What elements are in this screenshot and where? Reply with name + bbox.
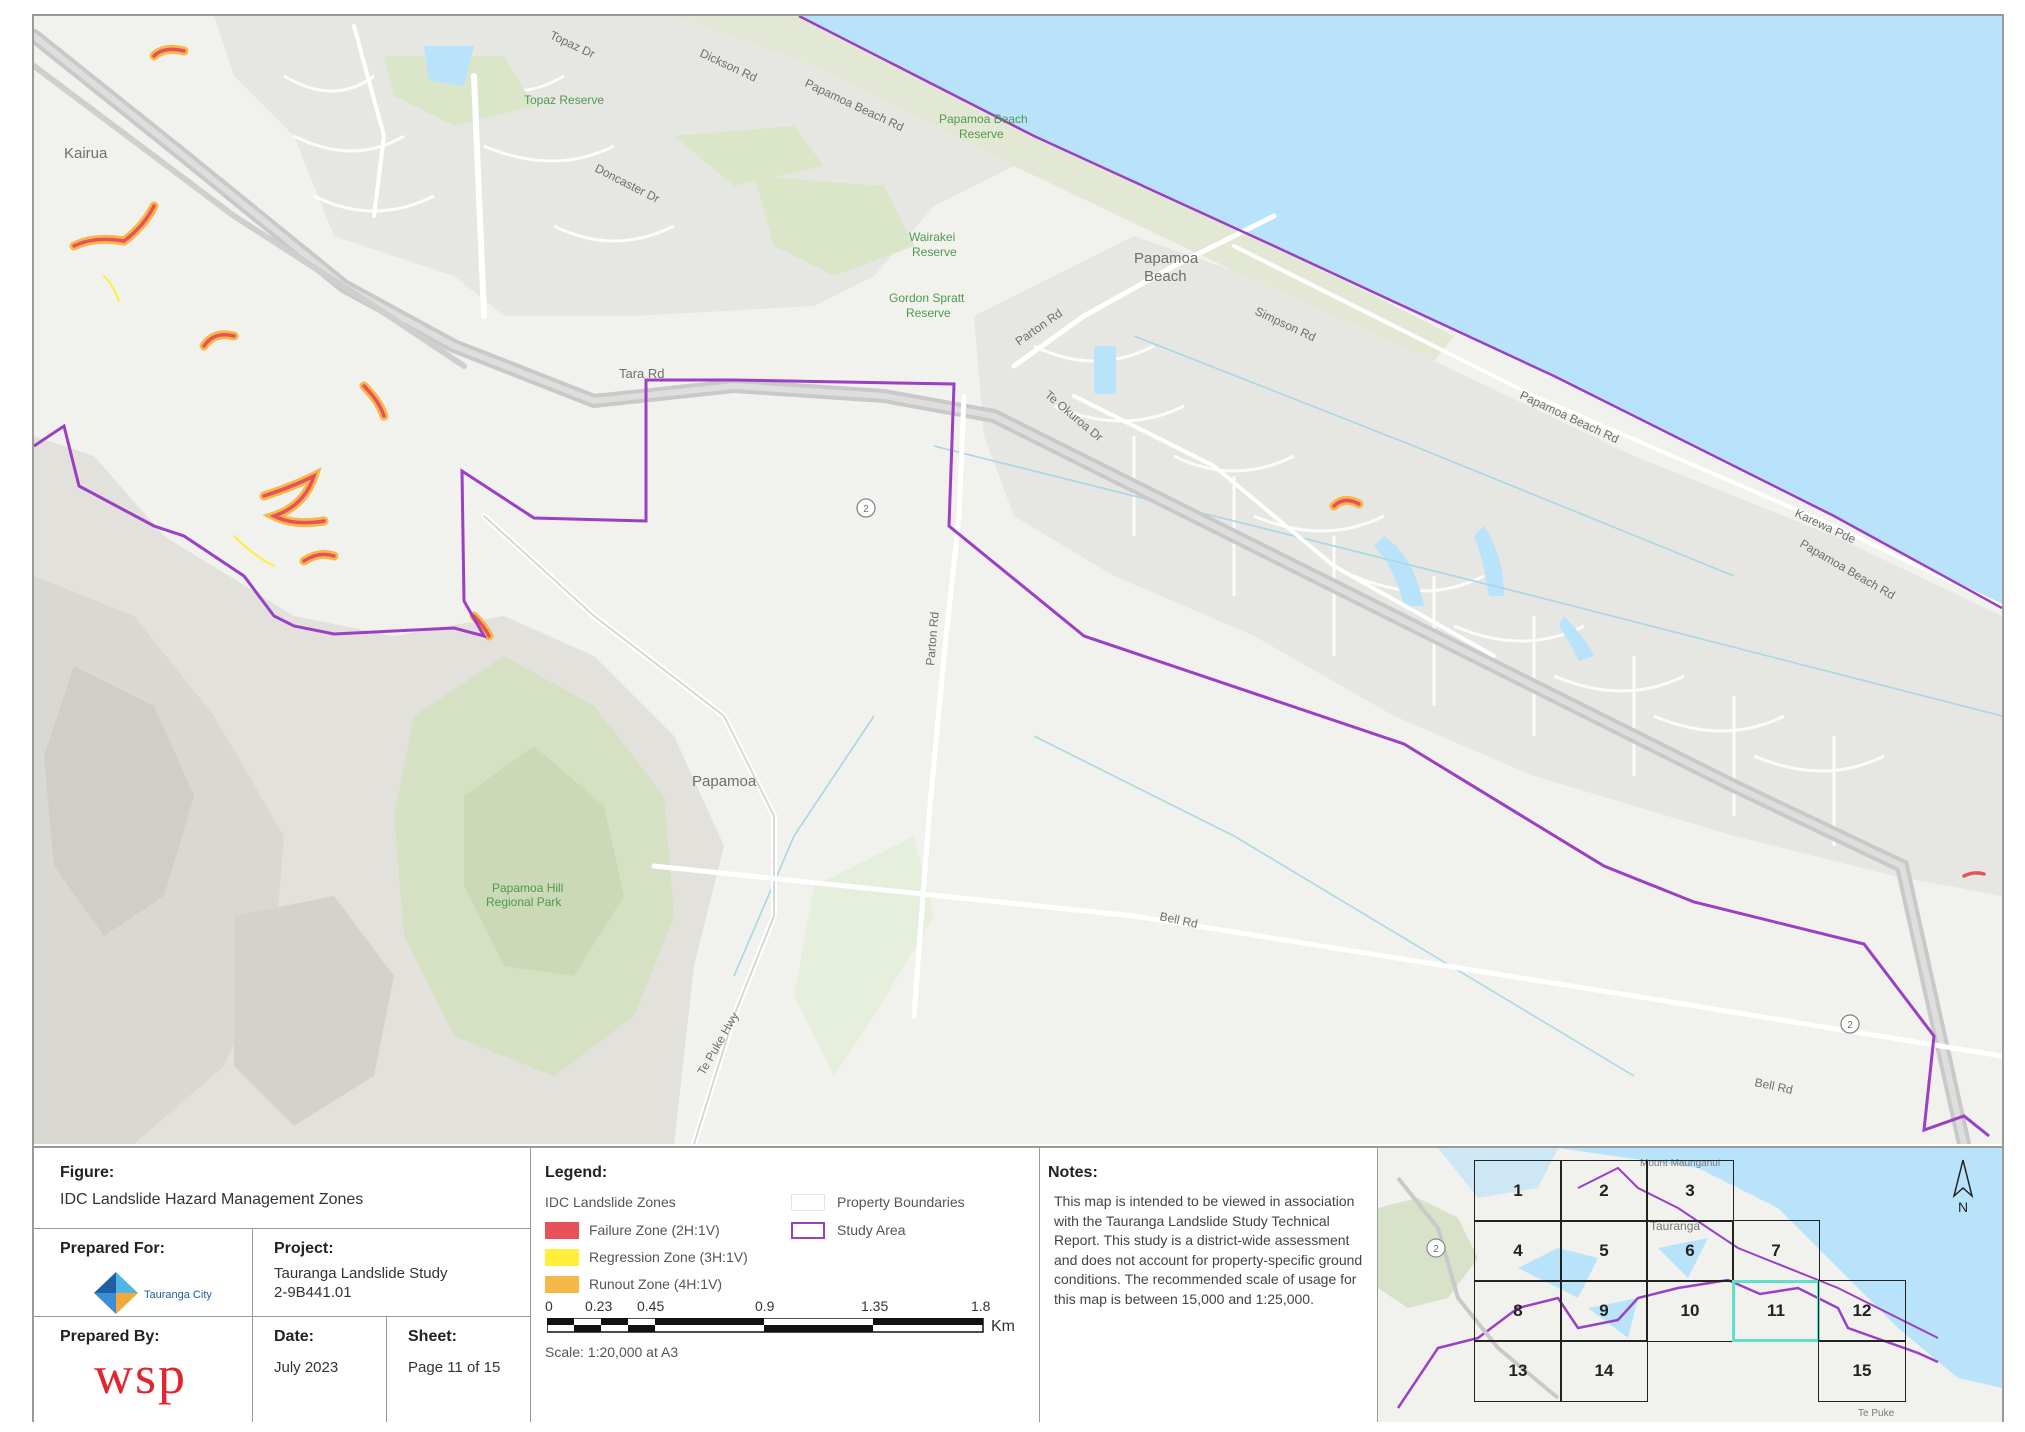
scale-bar: 0 0.23 0.45 0.9 1.35 1.8 Km Scale: 1:20,… <box>545 1298 1025 1360</box>
label-topaz-reserve: Topaz Reserve <box>524 93 604 107</box>
date-label: Date: <box>274 1328 315 1345</box>
sheet-2[interactable]: 2 <box>1560 1160 1648 1222</box>
label-papamoa-beach-1: Papamoa <box>1134 250 1199 267</box>
scale-tick-4: 1.35 <box>861 1298 889 1314</box>
project-name: Tauranga Landslide Study <box>274 1265 448 1282</box>
label-kairua: Kairua <box>64 145 108 162</box>
map-canvas[interactable]: 2 2 Kairua Papamoa Beach Papamoa Topaz R… <box>34 16 2002 1144</box>
scale-tick-1: 0.23 <box>585 1298 613 1314</box>
prepared-for-label: Prepared For: <box>60 1240 165 1257</box>
legend-regression-swatch <box>545 1249 579 1266</box>
wsp-logo: wsp <box>94 1345 188 1405</box>
figure-title: IDC Landslide Hazard Management Zones <box>60 1191 364 1208</box>
label-papamoa-hills-1: Papamoa Hill <box>492 881 563 895</box>
sheet-1[interactable]: 1 <box>1474 1160 1562 1222</box>
notes-text: This map is intended to be viewed in ass… <box>1054 1193 1363 1307</box>
legend-failure-label: Failure Zone (2H:1V) <box>589 1222 720 1238</box>
svg-text:2: 2 <box>863 504 869 515</box>
project-label: Project: <box>274 1240 334 1257</box>
scale-tick-2: 0.45 <box>637 1298 665 1314</box>
sh2-shield-a: 2 <box>856 498 876 518</box>
legend-property-label: Property Boundaries <box>837 1194 965 1210</box>
sheet-7[interactable]: 7 <box>1732 1220 1820 1282</box>
sh2-shield-b: 2 <box>1840 1014 1860 1034</box>
label-papamoa-beach-reserve-2: Reserve <box>959 127 1004 141</box>
sheet-15[interactable]: 15 <box>1818 1340 1906 1402</box>
scale-tick-0: 0 <box>545 1298 553 1314</box>
legend-block: Legend: IDC Landslide Zones Failure Zone… <box>531 1148 1040 1422</box>
label-gordon-spratt-1: Gordon Spratt <box>889 291 965 305</box>
legend-runout-label: Runout Zone (4H:1V) <box>589 1276 723 1292</box>
legend-runout-swatch <box>545 1276 579 1293</box>
date-value: July 2023 <box>274 1359 339 1376</box>
figure-block: Figure: IDC Landslide Hazard Management … <box>34 1148 531 1422</box>
label-papamoa-hills-2: Regional Park <box>486 895 562 909</box>
sheet-3[interactable]: 3 <box>1646 1160 1734 1222</box>
legend-group-title: IDC Landslide Zones <box>545 1194 676 1210</box>
sheet-value: Page 11 of 15 <box>408 1359 501 1376</box>
sheet-11-current[interactable]: 11 <box>1732 1280 1820 1342</box>
sheet-8[interactable]: 8 <box>1474 1280 1562 1342</box>
sheet-10[interactable]: 10 <box>1646 1280 1734 1342</box>
label-wairakei-reserve-1: Wairakei <box>909 230 955 244</box>
sheet-label: Sheet: <box>408 1328 457 1345</box>
project-number: 2-9B441.01 <box>274 1284 352 1301</box>
sheet-6[interactable]: 6 <box>1646 1220 1734 1282</box>
legend-property-swatch <box>791 1194 825 1211</box>
sheet-4[interactable]: 4 <box>1474 1220 1562 1282</box>
label-papamoa: Papamoa <box>692 773 757 790</box>
sheet-9[interactable]: 9 <box>1560 1280 1648 1342</box>
label-papamoa-beach-2: Beach <box>1144 268 1187 285</box>
legend-failure-swatch <box>545 1222 579 1239</box>
key-map[interactable]: 2 Mount Maunganui Tauranga Te Puke N 1 2… <box>1378 1148 2002 1422</box>
legend-label: Legend: <box>545 1164 608 1181</box>
title-block: Figure: IDC Landslide Hazard Management … <box>34 1146 2002 1422</box>
legend-study-area-swatch <box>791 1222 825 1239</box>
label-wairakei-reserve-2: Reserve <box>912 245 957 259</box>
scale-tick-5: 1.8 <box>971 1298 991 1314</box>
scale-unit: Km <box>991 1318 1015 1335</box>
notes-label: Notes: <box>1048 1164 1098 1181</box>
figure-label: Figure: <box>60 1164 115 1181</box>
label-gordon-spratt-2: Reserve <box>906 306 951 320</box>
sheet-5[interactable]: 5 <box>1560 1220 1648 1282</box>
svg-text:2: 2 <box>1847 1020 1853 1031</box>
svg-text:Tauranga City: Tauranga City <box>144 1289 212 1301</box>
label-papamoa-beach-reserve-1: Papamoa Beach <box>939 112 1028 126</box>
scale-text: Scale: 1:20,000 at A3 <box>545 1344 679 1360</box>
notes-block: Notes: This map is intended to be viewed… <box>1040 1148 1378 1422</box>
legend-study-area-label: Study Area <box>837 1222 906 1238</box>
sheet-13[interactable]: 13 <box>1474 1340 1562 1402</box>
legend-regression-label: Regression Zone (3H:1V) <box>589 1249 748 1265</box>
sheet-12[interactable]: 12 <box>1818 1280 1906 1342</box>
scale-tick-3: 0.9 <box>755 1298 775 1314</box>
road-tara-rd: Tara Rd <box>619 366 665 381</box>
sheet-index-grid: 1 2 3 4 5 6 7 8 9 10 11 12 13 14 15 <box>1378 1148 2002 1422</box>
sheet-14[interactable]: 14 <box>1560 1340 1648 1402</box>
client-logo: Tauranga City <box>88 1268 228 1318</box>
